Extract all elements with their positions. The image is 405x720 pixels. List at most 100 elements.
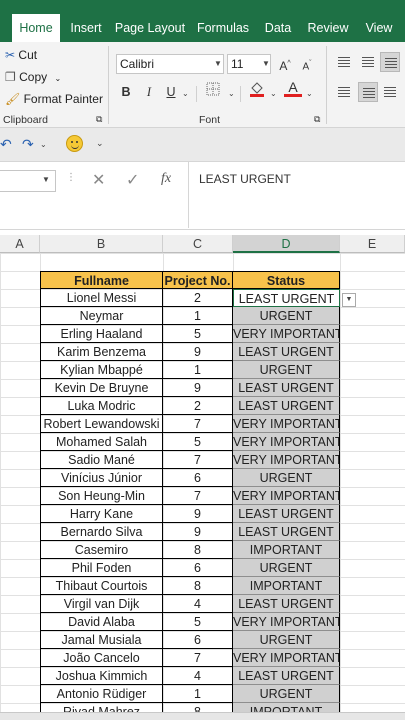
cell-status[interactable]: VERY IMPORTANT: [233, 649, 340, 667]
cell-project-no[interactable]: 1: [163, 685, 233, 703]
cell-fullname[interactable]: David Alaba: [40, 613, 163, 631]
italic-button[interactable]: I: [140, 82, 158, 102]
cell-status[interactable]: URGENT: [233, 307, 340, 325]
cell-status[interactable]: IMPORTANT: [233, 577, 340, 595]
cell-project-no[interactable]: 7: [163, 487, 233, 505]
font-name-select[interactable]: Calibri: [116, 54, 224, 74]
cell-fullname[interactable]: Karim Benzema: [40, 343, 163, 361]
header-project-no[interactable]: Project No.: [163, 271, 233, 289]
cell-fullname[interactable]: Vinícius Júnior: [40, 469, 163, 487]
cell-status[interactable]: LEAST URGENT: [233, 523, 340, 541]
cell-status[interactable]: VERY IMPORTANT: [233, 415, 340, 433]
cell-project-no[interactable]: 6: [163, 469, 233, 487]
font-name-chevron-down-icon[interactable]: ▼: [214, 59, 222, 68]
underline-button[interactable]: U: [162, 82, 180, 102]
cell-fullname[interactable]: Son Heung-Min: [40, 487, 163, 505]
cell-project-no[interactable]: 7: [163, 649, 233, 667]
cell-fullname[interactable]: Sadio Mané: [40, 451, 163, 469]
cell-project-no[interactable]: 8: [163, 577, 233, 595]
cell-status[interactable]: LEAST URGENT: [233, 505, 340, 523]
cancel-icon[interactable]: ✕: [92, 170, 105, 190]
tab-view[interactable]: View: [360, 14, 398, 42]
tab-data[interactable]: Data: [260, 14, 296, 42]
smiley-icon[interactable]: [66, 135, 83, 152]
align-center-icon[interactable]: [358, 82, 378, 102]
cell-project-no[interactable]: 2: [163, 289, 233, 307]
cell-status[interactable]: VERY IMPORTANT: [233, 325, 340, 343]
underline-chevron-down-icon[interactable]: ⌄: [182, 89, 189, 98]
font-color-button[interactable]: A: [284, 79, 302, 99]
cell-status[interactable]: URGENT: [233, 685, 340, 703]
cell-project-no[interactable]: 2: [163, 397, 233, 415]
cell-fullname[interactable]: Luka Modric: [40, 397, 163, 415]
cell-project-no[interactable]: 5: [163, 433, 233, 451]
tab-home[interactable]: Home: [12, 14, 60, 42]
tab-page-layout[interactable]: Page Layout: [114, 14, 186, 42]
cell-project-no[interactable]: 4: [163, 595, 233, 613]
cell-status[interactable]: URGENT: [233, 361, 340, 379]
column-header-e[interactable]: E: [340, 235, 405, 253]
cell-status[interactable]: VERY IMPORTANT: [233, 433, 340, 451]
format-painter-button[interactable]: 🖌 Format Painter: [5, 92, 103, 106]
cell-status[interactable]: LEAST URGENT: [233, 397, 340, 415]
cut-button[interactable]: ✂ Cut: [5, 48, 37, 62]
tab-review[interactable]: Review: [304, 14, 352, 42]
align-right-icon[interactable]: [380, 82, 400, 102]
cell-project-no[interactable]: 9: [163, 343, 233, 361]
cell-fullname[interactable]: Bernardo Silva: [40, 523, 163, 541]
cell-project-no[interactable]: 1: [163, 307, 233, 325]
cell-status[interactable]: LEAST URGENT: [233, 379, 340, 397]
cell-fullname[interactable]: Neymar: [40, 307, 163, 325]
header-fullname[interactable]: Fullname: [40, 271, 163, 289]
redo-chevron-down-icon[interactable]: ⌄: [40, 140, 47, 149]
cell-project-no[interactable]: 1: [163, 361, 233, 379]
copy-button[interactable]: ❐ Copy ⌄: [5, 70, 61, 84]
cell-project-no[interactable]: 8: [163, 541, 233, 559]
cell-fullname[interactable]: Joshua Kimmich: [40, 667, 163, 685]
font-dialog-launcher-icon[interactable]: ⧉: [314, 114, 320, 125]
bold-button[interactable]: B: [117, 82, 135, 102]
cell-fullname[interactable]: Jamal Musiala: [40, 631, 163, 649]
clipboard-dialog-launcher-icon[interactable]: ⧉: [96, 114, 102, 125]
cell-fullname[interactable]: Erling Haaland: [40, 325, 163, 343]
cell-status[interactable]: LEAST URGENT: [233, 343, 340, 361]
cell-status[interactable]: VERY IMPORTANT: [233, 451, 340, 469]
cell-fullname[interactable]: Antonio Rüdiger: [40, 685, 163, 703]
name-box-chevron-down-icon[interactable]: ▼: [42, 175, 50, 184]
cell-fullname[interactable]: Thibaut Courtois: [40, 577, 163, 595]
align-middle-icon[interactable]: [358, 52, 378, 72]
cell-status[interactable]: URGENT: [233, 631, 340, 649]
cell-fullname[interactable]: Harry Kane: [40, 505, 163, 523]
cell-project-no[interactable]: 9: [163, 379, 233, 397]
cell-project-no[interactable]: 4: [163, 667, 233, 685]
enter-icon[interactable]: ✓: [126, 170, 139, 190]
cell-status[interactable]: VERY IMPORTANT: [233, 613, 340, 631]
status-dropdown-chevron-down-icon[interactable]: ▼: [342, 293, 356, 307]
cell-project-no[interactable]: 9: [163, 505, 233, 523]
cell-status[interactable]: URGENT: [233, 469, 340, 487]
align-left-icon[interactable]: [334, 82, 354, 102]
cell-fullname[interactable]: Virgil van Dijk: [40, 595, 163, 613]
cell-fullname[interactable]: Mohamed Salah: [40, 433, 163, 451]
cell-status[interactable]: LEAST URGENT: [233, 667, 340, 685]
cell-fullname[interactable]: Kylian Mbappé: [40, 361, 163, 379]
cell-status[interactable]: LEAST URGENT: [233, 289, 340, 307]
align-bottom-icon[interactable]: [380, 52, 400, 72]
cell-fullname[interactable]: Robert Lewandowski: [40, 415, 163, 433]
grow-font-button[interactable]: A^: [276, 54, 294, 74]
insert-function-button[interactable]: fx: [161, 171, 171, 187]
undo-icon[interactable]: ↶: [0, 136, 12, 153]
cell-project-no[interactable]: 6: [163, 559, 233, 577]
cell-project-no[interactable]: 9: [163, 523, 233, 541]
cell-status[interactable]: VERY IMPORTANT: [233, 487, 340, 505]
column-header-d[interactable]: D: [233, 235, 340, 253]
cell-fullname[interactable]: Casemiro: [40, 541, 163, 559]
borders-chevron-down-icon[interactable]: ⌄: [228, 89, 235, 98]
font-size-chevron-down-icon[interactable]: ▼: [262, 59, 270, 68]
shrink-font-button[interactable]: Aˇ: [298, 54, 316, 74]
cell-fullname[interactable]: Lionel Messi: [40, 289, 163, 307]
tab-insert[interactable]: Insert: [64, 14, 108, 42]
cell-project-no[interactable]: 5: [163, 613, 233, 631]
cell-status[interactable]: URGENT: [233, 559, 340, 577]
column-header-a[interactable]: A: [0, 235, 40, 253]
